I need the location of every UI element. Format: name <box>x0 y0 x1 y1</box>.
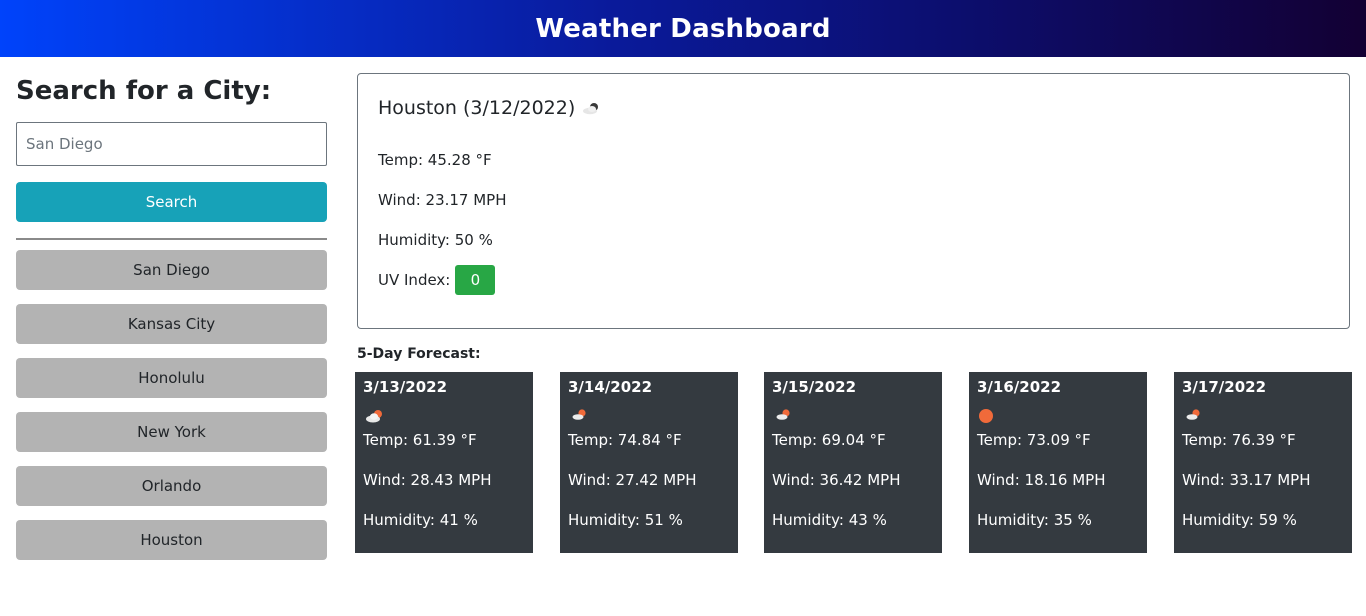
forecast-date: 3/15/2022 <box>772 378 857 396</box>
clear-sky-icon <box>977 407 1001 425</box>
search-button[interactable]: Search <box>16 182 327 222</box>
partly-cloudy-night-icon <box>581 100 603 116</box>
history-city-button[interactable]: New York <box>16 412 327 452</box>
few-clouds-icon <box>772 407 796 425</box>
forecast-temp: Temp: 76.39 °F <box>1182 431 1296 449</box>
forecast-label: 5-Day Forecast: <box>357 346 481 362</box>
sidebar: Search for a City: Search San Diego Kans… <box>16 57 327 574</box>
forecast-temp: Temp: 61.39 °F <box>363 431 477 449</box>
current-wind: Wind: 23.17 MPH <box>378 191 507 209</box>
forecast-date: 3/14/2022 <box>568 378 653 396</box>
current-humidity: Humidity: 50 % <box>378 231 493 249</box>
forecast-date: 3/17/2022 <box>1182 378 1267 396</box>
forecast-temp: Temp: 69.04 °F <box>772 431 886 449</box>
uv-index-badge: 0 <box>455 265 496 295</box>
history-city-button[interactable]: Houston <box>16 520 327 560</box>
forecast-humidity: Humidity: 41 % <box>363 511 478 529</box>
current-weather-card: Houston (3/12/2022) Temp: 45.28 °F Wind:… <box>357 73 1350 329</box>
forecast-humidity: Humidity: 51 % <box>568 511 683 529</box>
forecast-card: 3/13/2022 Temp: 61.39 °F Wind: 28.43 MPH… <box>355 372 533 553</box>
broken-clouds-icon <box>363 407 387 425</box>
forecast-wind: Wind: 18.16 MPH <box>977 471 1106 489</box>
current-weather-header: Houston (3/12/2022) <box>378 96 1329 120</box>
forecast-humidity: Humidity: 59 % <box>1182 511 1297 529</box>
uv-index-row: UV Index: 0 <box>378 265 1329 295</box>
history-city-button[interactable]: Honolulu <box>16 358 327 398</box>
few-clouds-icon <box>568 407 592 425</box>
divider <box>16 238 327 240</box>
page-header: Weather Dashboard <box>0 0 1366 57</box>
city-search-input[interactable] <box>16 122 327 166</box>
forecast-temp: Temp: 73.09 °F <box>977 431 1091 449</box>
search-heading: Search for a City: <box>16 76 272 106</box>
search-history-list: San Diego Kansas City Honolulu New York … <box>16 250 327 560</box>
forecast-humidity: Humidity: 43 % <box>772 511 887 529</box>
current-temp: Temp: 45.28 °F <box>378 151 492 169</box>
forecast-wind: Wind: 27.42 MPH <box>568 471 697 489</box>
few-clouds-icon <box>1182 407 1206 425</box>
history-city-button[interactable]: San Diego <box>16 250 327 290</box>
forecast-row: 3/13/2022 Temp: 61.39 °F Wind: 28.43 MPH… <box>355 372 1352 553</box>
forecast-wind: Wind: 28.43 MPH <box>363 471 492 489</box>
forecast-date: 3/16/2022 <box>977 378 1062 396</box>
history-city-button[interactable]: Kansas City <box>16 304 327 344</box>
forecast-humidity: Humidity: 35 % <box>977 511 1092 529</box>
forecast-temp: Temp: 74.84 °F <box>568 431 682 449</box>
forecast-card: 3/14/2022 Temp: 74.84 °F Wind: 27.42 MPH… <box>560 372 738 553</box>
forecast-card: 3/17/2022 Temp: 76.39 °F Wind: 33.17 MPH… <box>1174 372 1352 553</box>
forecast-card: 3/16/2022 Temp: 73.09 °F Wind: 18.16 MPH… <box>969 372 1147 553</box>
history-city-button[interactable]: Orlando <box>16 466 327 506</box>
forecast-card: 3/15/2022 Temp: 69.04 °F Wind: 36.42 MPH… <box>764 372 942 553</box>
current-city-date: Houston (3/12/2022) <box>378 97 576 119</box>
forecast-wind: Wind: 33.17 MPH <box>1182 471 1311 489</box>
uv-index-label: UV Index: <box>378 271 451 289</box>
forecast-date: 3/13/2022 <box>363 378 448 396</box>
page-title: Weather Dashboard <box>535 13 831 44</box>
forecast-wind: Wind: 36.42 MPH <box>772 471 901 489</box>
